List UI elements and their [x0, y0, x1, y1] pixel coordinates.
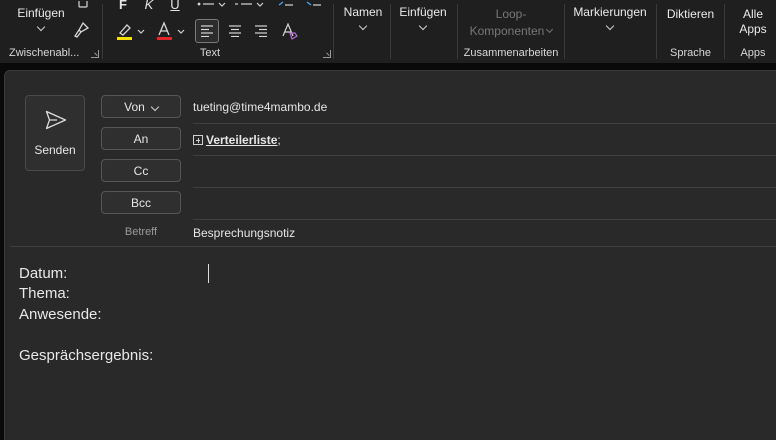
expand-plus-icon[interactable] — [193, 135, 203, 145]
align-center-button[interactable] — [223, 19, 247, 43]
decrease-indent-icon — [278, 1, 293, 6]
ribbon-separator — [333, 4, 334, 59]
names-button[interactable]: Namen — [336, 5, 390, 31]
chevron-down-icon — [358, 21, 368, 31]
paste-label: Einfügen — [17, 6, 65, 20]
highlight-button[interactable] — [113, 20, 149, 42]
bullet-list-icon — [197, 2, 226, 7]
loop-components-button[interactable]: Loop- Komponenten — [458, 7, 564, 38]
clipboard-group-label: Zwischenabl... — [9, 47, 80, 59]
decrease-indent-button[interactable] — [277, 0, 295, 12]
body-line-date: Datum: — [19, 265, 68, 282]
from-button-label: Von — [124, 99, 145, 114]
text-group: F K U Text — [103, 0, 333, 63]
format-painter-icon — [74, 21, 90, 38]
bullets-button[interactable] — [195, 0, 227, 12]
insert-button[interactable]: Einfügen — [392, 5, 454, 31]
names-label: Namen — [343, 5, 383, 19]
align-left-button[interactable] — [195, 19, 219, 43]
text-cursor — [208, 264, 209, 283]
font-color-button[interactable] — [153, 20, 189, 42]
font-color-icon — [157, 21, 185, 40]
to-button[interactable]: An — [101, 127, 181, 150]
underline-button[interactable]: U — [167, 0, 183, 12]
collaborate-group: Loop- Komponenten Zusammenarbeiten — [458, 0, 564, 63]
ribbon-separator — [390, 4, 391, 59]
cc-button[interactable]: Cc — [101, 159, 181, 182]
speech-group: Diktieren Sprache — [657, 0, 724, 63]
clear-formatting-icon — [282, 22, 298, 40]
clear-formatting-button[interactable] — [277, 19, 301, 43]
chevron-down-icon — [418, 21, 428, 31]
to-recipient[interactable]: Verteilerliste — [206, 133, 277, 147]
numbered-list-icon — [235, 2, 264, 7]
loop-label-1: Loop- — [495, 7, 527, 21]
cc-underline — [193, 187, 776, 188]
tags-label: Markierungen — [573, 5, 647, 19]
collaborate-group-label: Zusammenarbeiten — [463, 47, 559, 59]
send-button[interactable]: Senden — [25, 95, 85, 171]
align-left-icon — [201, 25, 213, 37]
from-address: tueting@time4mambo.de — [193, 100, 328, 114]
copy-button[interactable] — [74, 0, 92, 14]
header-divider — [10, 246, 776, 247]
cc-input[interactable] — [193, 165, 773, 181]
chevron-down-icon — [150, 102, 160, 111]
paste-button[interactable]: Einfügen — [10, 6, 72, 32]
dictate-button[interactable]: Diktieren — [657, 7, 724, 21]
to-underline — [193, 155, 776, 156]
text-dialog-launcher-icon[interactable] — [323, 50, 331, 58]
text-group-label: Text — [199, 47, 221, 59]
body-line-topic: Thema: — [19, 285, 70, 302]
italic-button[interactable]: K — [141, 0, 157, 12]
clipboard-dialog-launcher-icon[interactable] — [91, 50, 99, 58]
body-line-result: Gesprächsergebnis: — [19, 347, 154, 364]
align-right-icon — [255, 25, 267, 37]
copy-icon — [78, 1, 88, 8]
all-apps-button[interactable]: Alle Apps — [725, 7, 776, 37]
body-line-attendees: Anwesende: — [19, 306, 102, 323]
chevron-down-icon — [36, 22, 46, 32]
send-label: Senden — [34, 143, 76, 157]
align-right-button[interactable] — [249, 19, 273, 43]
apps-group-label: Apps — [740, 47, 766, 59]
to-field[interactable]: Verteilerliste; — [193, 133, 281, 147]
increase-indent-button[interactable] — [305, 0, 323, 12]
ribbon: Einfügen Zwischenabl... F K U Text Namen… — [0, 0, 776, 63]
loop-label-2: Komponenten — [469, 24, 545, 38]
chevron-down-icon — [605, 21, 615, 31]
send-icon — [45, 110, 67, 130]
bcc-input[interactable] — [193, 197, 773, 213]
bcc-underline — [193, 219, 776, 220]
apps-label-2: Apps — [739, 22, 767, 36]
speech-group-label: Sprache — [670, 47, 711, 59]
insert-label: Einfügen — [399, 5, 447, 19]
ribbon-separator — [564, 4, 565, 59]
bold-button[interactable]: F — [115, 0, 131, 12]
loop-label-2-row: Komponenten — [458, 24, 564, 38]
to-separator: ; — [277, 133, 281, 147]
highlighter-icon — [117, 24, 145, 40]
bcc-button[interactable]: Bcc — [101, 191, 181, 214]
compose-window — [4, 70, 776, 440]
subject-input[interactable]: Besprechungsnotiz — [193, 226, 295, 240]
apps-group: Alle Apps Apps — [725, 0, 776, 63]
apps-label-1: Alle — [742, 7, 763, 21]
align-center-icon — [229, 25, 241, 37]
format-painter-button[interactable] — [72, 20, 92, 40]
from-underline — [193, 123, 776, 124]
clipboard-group: Einfügen Zwischenabl... — [0, 0, 102, 63]
increase-indent-icon — [306, 1, 321, 6]
tags-button[interactable]: Markierungen — [566, 5, 654, 31]
numbering-button[interactable] — [233, 0, 265, 12]
subject-label: Betreff — [124, 226, 158, 238]
from-button[interactable]: Von — [101, 95, 181, 118]
chevron-down-icon — [546, 25, 554, 34]
